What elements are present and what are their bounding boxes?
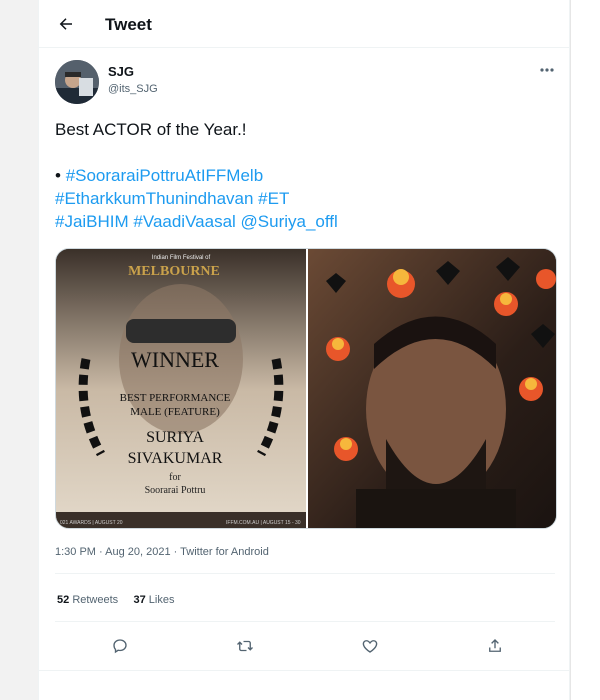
tweet-timestamp[interactable]: 1:30 PM · Aug 20, 2021 · Twitter for And… (55, 546, 269, 558)
actor-photo-image (308, 249, 556, 528)
hashtag-link[interactable]: #SooraraiPottruAtIFFMelb (66, 166, 263, 185)
retweets-count: 52 (57, 594, 70, 606)
tweet-text-spacer (55, 141, 555, 164)
tweet-text-line: Best ACTOR of the Year.! (55, 120, 247, 139)
tweet-column: Tweet SJG @its_SJG Best ACTOR of the Yea… (38, 0, 571, 700)
poster-winner: WINNER (131, 347, 219, 372)
bullet: • (55, 166, 61, 185)
divider (39, 670, 571, 671)
share-icon[interactable] (483, 634, 507, 658)
retweets-label: Retweets (72, 594, 119, 606)
tweet-media[interactable]: Indian Film Festival of MELBOURNE WINNER… (55, 248, 557, 529)
poster-festival-small: Indian Film Festival of (152, 255, 211, 261)
retweets-stat[interactable]: 52 Retweets (57, 594, 118, 606)
poster-film: Soorarai Pottru (145, 485, 206, 496)
poster-footer-left: 021 AWARDS | AUGUST 20 (60, 520, 123, 526)
tweet-actions (55, 634, 555, 658)
arrow-left-icon[interactable] (53, 11, 79, 37)
author-handle[interactable]: @its_SJG (108, 83, 158, 95)
tweet-header: Tweet (39, 0, 571, 48)
poster-actor-line1: SURIYA (146, 429, 204, 446)
tweet-text: Best ACTOR of the Year.! • #SooraraiPott… (55, 118, 555, 233)
hashtag-link[interactable]: #EtharkkumThunindhavan #ET (55, 187, 555, 210)
poster-festival-city: MELBOURNE (128, 264, 220, 279)
hashtag-line: • #SooraraiPottruAtIFFMelb (55, 164, 555, 187)
more-options-icon[interactable] (535, 62, 559, 78)
retweet-icon[interactable] (233, 634, 257, 658)
likes-stat[interactable]: 37 Likes (133, 594, 174, 606)
poster-footer-right: IFFM.COM.AU | AUGUST 15 - 30 (226, 520, 301, 526)
poster-category-line2: MALE (FEATURE) (130, 406, 220, 418)
divider (55, 573, 555, 574)
like-icon[interactable] (358, 634, 382, 658)
award-poster-image: Indian Film Festival of MELBOURNE WINNER… (56, 249, 306, 528)
hashtag-link[interactable]: #JaiBHIM #VaadiVaasal @Suriya_offl (55, 210, 555, 233)
sidebar-edge (570, 0, 600, 700)
avatar[interactable] (55, 60, 99, 104)
likes-label: Likes (148, 594, 175, 606)
likes-count: 37 (133, 594, 146, 606)
poster-actor-line2: SIVAKUMAR (128, 450, 223, 467)
poster-category-line1: BEST PERFORMANCE (120, 392, 231, 404)
author-name[interactable]: SJG (108, 64, 134, 79)
reply-icon[interactable] (108, 634, 132, 658)
engagement-stats: 52 Retweets 37 Likes (57, 594, 174, 606)
poster-for: for (169, 472, 181, 483)
page-title: Tweet (105, 15, 152, 34)
divider (55, 621, 555, 622)
